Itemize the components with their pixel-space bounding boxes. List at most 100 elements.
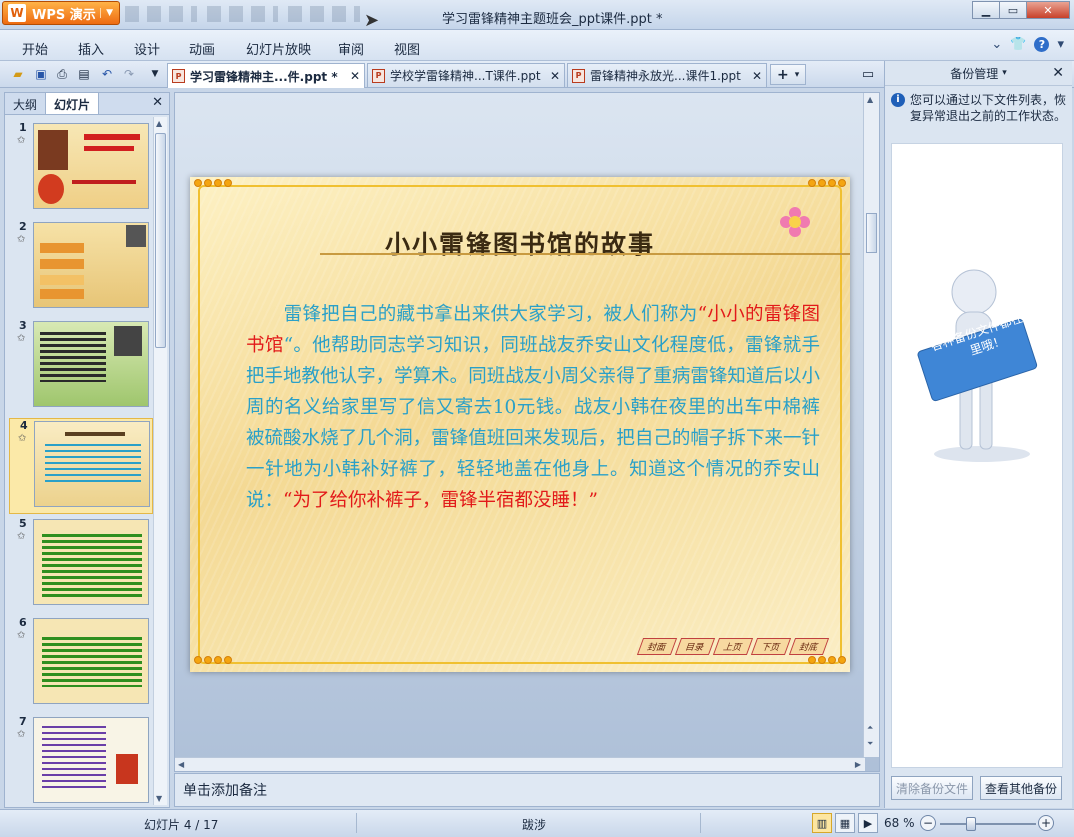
plus-icon: + [777, 66, 789, 83]
menu-home[interactable]: 开始 [22, 39, 48, 58]
undo-icon[interactable]: ↶ [99, 66, 115, 82]
scrollbar-thumb[interactable] [866, 213, 877, 253]
save-icon[interactable]: ▣ [33, 66, 49, 82]
wps-menu-button[interactable]: W WPS 演示 ▼ [2, 1, 120, 25]
slide-thumbnail-4[interactable]: 4 ✩ [9, 418, 153, 514]
editor-vertical-scrollbar[interactable]: ▲ ⏶ ⏷ [863, 93, 879, 757]
ppt-file-icon: P [172, 69, 185, 83]
zoom-slider-knob[interactable] [966, 817, 976, 831]
minimize-button[interactable]: ▁ [972, 1, 1000, 19]
slide-number: 2 [19, 220, 27, 233]
zoom-slider-track[interactable] [940, 823, 1036, 825]
backup-file-list[interactable]: 各种备份文件都在这里哦！ [891, 143, 1063, 768]
view-other-backup-button[interactable]: 查看其他备份 [980, 776, 1062, 800]
tab-outline[interactable]: 大纲 [5, 93, 45, 114]
task-pane-toggle-icon[interactable]: ▭ [860, 66, 876, 82]
ppt-file-icon: P [572, 68, 585, 83]
slide-number: 3 [19, 319, 27, 332]
slide-thumbnail-7[interactable]: 7 ✩ [9, 715, 153, 811]
slide-number: 1 [19, 121, 27, 134]
title-underline [320, 253, 850, 255]
close-tab-icon[interactable]: ✕ [542, 69, 560, 83]
print-preview-icon[interactable]: ▤ [76, 66, 92, 82]
clear-backup-button[interactable]: 清除备份文件 [891, 776, 973, 800]
next-slide-icon[interactable]: ⏷ [867, 739, 873, 749]
slide-thumbnail-2[interactable]: 2 ✩ [9, 220, 153, 316]
redo-icon[interactable]: ↷ [121, 66, 137, 82]
scroll-up-icon[interactable]: ▲ [156, 119, 162, 128]
menu-insert[interactable]: 插入 [78, 39, 104, 58]
current-slide[interactable]: 小小雷锋图书馆的故事 雷锋把自己的藏书拿出来供大家学习，被人们称为“小小的雷锋图… [190, 177, 850, 672]
slide-counter: 幻灯片 4 / 17 [144, 818, 219, 832]
slide-title[interactable]: 小小雷锋图书馆的故事 [190, 225, 850, 261]
body-text: 雷锋把自己的藏书拿出来供大家学习，被人们称为 [246, 304, 698, 325]
scrollbar-thumb[interactable] [155, 133, 166, 348]
nav-next-button[interactable]: 下页 [750, 638, 792, 655]
nav-prev-button[interactable]: 上页 [712, 638, 754, 655]
notes-pane[interactable]: 单击添加备注 [174, 773, 880, 807]
slide-thumbnail-1[interactable]: 1 ✩ [9, 121, 153, 217]
backup-panel-title[interactable]: 备份管理 [950, 65, 998, 82]
thumbnail-image [34, 421, 150, 507]
chevron-down-icon[interactable]: ▾ [1002, 68, 1007, 78]
open-folder-icon[interactable]: ▰ [10, 66, 26, 82]
backup-info-text: 您可以通过以下文件列表，恢复异常退出之前的工作状态。 [910, 93, 1067, 123]
close-panel-icon[interactable]: ✕ [1052, 65, 1064, 81]
corner-ornament [798, 179, 846, 195]
slide-body-text[interactable]: 雷锋把自己的藏书拿出来供大家学习，被人们称为“小小的雷锋图书馆“。他帮助同志学习… [246, 299, 820, 516]
print-icon[interactable]: ⎙ [54, 66, 70, 82]
menu-slideshow[interactable]: 幻灯片放映 [246, 39, 311, 58]
tab-slides[interactable]: 幻灯片 [45, 93, 100, 114]
help-icon[interactable]: ? [1034, 37, 1050, 52]
close-window-button[interactable]: ✕ [1026, 1, 1070, 19]
close-tab-icon[interactable]: ✕ [744, 69, 762, 83]
thumbnail-image [33, 321, 149, 407]
thumbnail-image [33, 618, 149, 704]
slide-thumbnail-3[interactable]: 3 ✩ [9, 319, 153, 415]
help-dropdown-icon[interactable]: ▾ [1057, 37, 1064, 52]
skin-icon[interactable]: 👕 [1010, 37, 1026, 52]
animation-star-icon: ✩ [17, 333, 26, 344]
doc-tab-label: 学校学雷锋精神...T课件.ppt [390, 69, 541, 83]
backup-panel-header: 备份管理 ▾ ✕ [885, 61, 1072, 86]
menu-animation[interactable]: 动画 [189, 39, 215, 58]
menu-review[interactable]: 审阅 [338, 39, 364, 58]
scroll-left-icon[interactable]: ◀ [178, 760, 184, 769]
animation-star-icon: ✩ [17, 729, 26, 740]
window-controls: ▁ ▭ ✕ [972, 1, 1070, 19]
prev-slide-icon[interactable]: ⏶ [867, 723, 873, 733]
chevron-down-icon: ▼ [100, 8, 113, 18]
status-bar: 幻灯片 4 / 17 跋涉 ▥ ▦ ▶ 68 % − + [0, 809, 1074, 837]
close-panel-icon[interactable]: ✕ [146, 93, 169, 114]
zoom-in-icon[interactable]: + [1038, 815, 1054, 831]
scroll-up-icon[interactable]: ▲ [867, 95, 873, 104]
quick-access-faded [125, 6, 361, 22]
menu-view[interactable]: 视图 [394, 39, 420, 58]
slide-sorter-view-icon[interactable]: ▦ [835, 813, 855, 833]
zoom-out-icon[interactable]: − [920, 815, 936, 831]
slide-thumbnail-5[interactable]: 5 ✩ [9, 517, 153, 613]
scroll-right-icon[interactable]: ▶ [855, 760, 861, 769]
nav-end-button[interactable]: 封底 [788, 638, 830, 655]
close-tab-icon[interactable]: ✕ [342, 69, 360, 83]
doc-tab-2[interactable]: P 学校学雷锋精神...T课件.ppt ✕ [367, 63, 565, 87]
nav-cover-button[interactable]: 封面 [636, 638, 678, 655]
left-panel-tabs: 大纲 幻灯片 ✕ [5, 93, 169, 115]
thumbnail-scrollbar[interactable]: ▲ ▼ [153, 117, 167, 805]
slide-thumbnail-6[interactable]: 6 ✩ [9, 616, 153, 712]
menu-design[interactable]: 设计 [134, 39, 160, 58]
thumbnail-image [33, 717, 149, 803]
collapse-ribbon-icon[interactable]: ⌄ [991, 37, 1002, 52]
normal-view-icon[interactable]: ▥ [812, 813, 832, 833]
animation-star-icon: ✩ [17, 135, 26, 146]
doc-tab-1[interactable]: P 学习雷锋精神主...件.ppt * ✕ [167, 63, 365, 88]
toolbar-dropdown-icon[interactable]: ▼ [147, 66, 163, 82]
maximize-button[interactable]: ▭ [999, 1, 1027, 19]
slideshow-view-icon[interactable]: ▶ [858, 813, 878, 833]
new-tab-button[interactable]: + ▾ [770, 64, 806, 85]
ppt-file-icon: P [372, 68, 385, 83]
scroll-down-icon[interactable]: ▼ [156, 794, 162, 803]
nav-contents-button[interactable]: 目录 [674, 638, 716, 655]
editor-horizontal-scrollbar[interactable]: ◀ ▶ [175, 757, 865, 771]
doc-tab-3[interactable]: P 雷锋精神永放光...课件1.ppt ✕ [567, 63, 767, 87]
